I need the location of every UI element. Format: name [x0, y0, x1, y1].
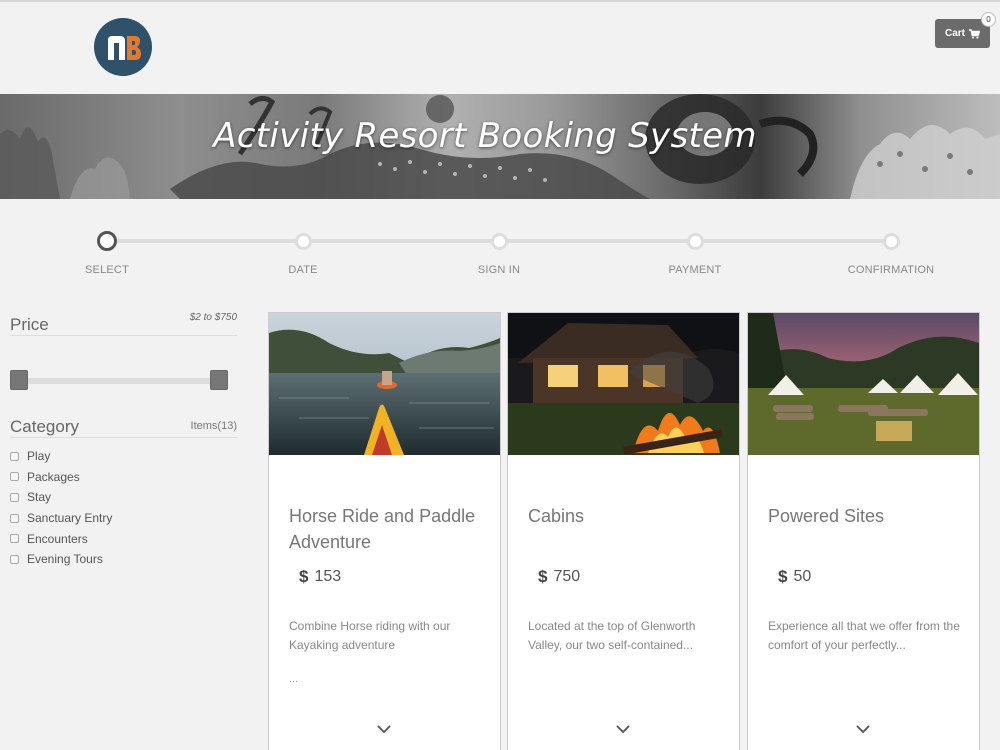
category-checkbox[interactable]	[10, 513, 19, 523]
slider-max-handle[interactable]	[210, 370, 228, 390]
price-range-text: $2 to $750	[189, 312, 237, 323]
card-description: Located at the top of Glenworth Valley, …	[528, 619, 696, 652]
category-label: Stay	[27, 490, 52, 505]
card-description: Combine Horse riding with our Kayaking a…	[289, 619, 451, 652]
card-title[interactable]: Horse Ride and Paddle Adventure	[289, 503, 489, 555]
price-filter-header: Price $2 to $750	[10, 312, 237, 336]
filter-sidebar: Price $2 to $750 Category Items(13) Play…	[10, 312, 237, 570]
step-date-dot[interactable]	[295, 233, 312, 250]
dollar-icon: $	[778, 567, 788, 586]
category-filter-header: Category Items(13)	[10, 414, 237, 438]
card-ellipsis: ...	[289, 673, 299, 685]
chevron-down-icon[interactable]	[855, 723, 871, 735]
price-heading: Price	[10, 315, 49, 334]
category-label: Evening Tours	[27, 552, 103, 567]
slider-min-handle[interactable]	[10, 370, 28, 390]
booking-progress-steps: SELECT DATE SIGN IN PAYMENT CONFIRMATION	[0, 199, 1000, 294]
category-checkbox[interactable]	[10, 554, 19, 564]
step-payment-dot[interactable]	[687, 233, 704, 250]
category-label: Packages	[27, 469, 80, 484]
step-select-dot[interactable]	[97, 231, 117, 251]
step-sign-in-label[interactable]: SIGN IN	[429, 264, 569, 276]
price-value: 50	[793, 568, 812, 585]
price-value: 750	[553, 568, 581, 585]
category-item-encounters[interactable]: Encounters	[10, 528, 237, 549]
card-price: $ 153	[299, 567, 341, 587]
step-date-label[interactable]: DATE	[233, 264, 373, 276]
category-checkbox[interactable]	[10, 492, 19, 502]
cabin-campfire-image[interactable]	[508, 313, 739, 455]
category-list: Play Packages Stay Sanctuary Entry Encou…	[10, 446, 237, 570]
step-sign-in-dot[interactable]	[491, 233, 508, 250]
step-select-label[interactable]: SELECT	[37, 264, 177, 276]
site-header: Cart 0	[0, 2, 1000, 94]
product-card-powered-sites[interactable]: Powered Sites $ 50 Experience all that w…	[747, 312, 980, 750]
tents-field-image[interactable]	[748, 313, 979, 455]
category-item-packages[interactable]: Packages	[10, 467, 237, 488]
nb-logo-icon[interactable]	[94, 18, 152, 76]
product-card-horse-ride[interactable]: Horse Ride and Paddle Adventure $ 153 Co…	[268, 312, 501, 750]
banner-title: Activity Resort Booking System	[213, 116, 757, 156]
step-confirmation-dot[interactable]	[883, 233, 900, 250]
category-label: Encounters	[27, 531, 88, 546]
card-price: $ 750	[538, 567, 580, 587]
dollar-icon: $	[299, 567, 309, 586]
shopping-cart-icon	[969, 28, 980, 39]
category-label: Play	[27, 449, 51, 464]
product-card-cabins[interactable]: Cabins $ 750 Located at the top of Glenw…	[507, 312, 740, 750]
kayak-river-image[interactable]	[269, 313, 500, 455]
chevron-down-icon[interactable]	[376, 723, 392, 735]
price-range-slider[interactable]	[10, 336, 237, 390]
card-title[interactable]: Cabins	[528, 503, 728, 529]
category-item-evening-tours[interactable]: Evening Tours	[10, 549, 237, 570]
category-heading: Category	[10, 417, 79, 436]
category-label: Sanctuary Entry	[27, 511, 113, 526]
category-item-count: Items(13)	[190, 420, 237, 432]
card-price: $ 50	[778, 567, 811, 587]
step-confirmation-label[interactable]: CONFIRMATION	[821, 264, 961, 276]
category-checkbox[interactable]	[10, 472, 19, 482]
cart-count-badge: 0	[981, 12, 996, 27]
category-item-sanctuary-entry[interactable]: Sanctuary Entry	[10, 508, 237, 529]
cart-label: Cart	[944, 28, 965, 39]
category-checkbox[interactable]	[10, 451, 19, 461]
card-description: Experience all that we offer from the co…	[768, 619, 960, 652]
category-checkbox[interactable]	[10, 534, 19, 544]
category-item-play[interactable]: Play	[10, 446, 237, 467]
dollar-icon: $	[538, 567, 548, 586]
price-value: 153	[314, 568, 342, 585]
chevron-down-icon[interactable]	[615, 723, 631, 735]
card-title[interactable]: Powered Sites	[768, 503, 968, 529]
slider-track[interactable]	[14, 378, 224, 384]
category-item-stay[interactable]: Stay	[10, 487, 237, 508]
step-payment-label[interactable]: PAYMENT	[625, 264, 765, 276]
hero-banner: Activity Resort Booking System	[0, 94, 1000, 199]
